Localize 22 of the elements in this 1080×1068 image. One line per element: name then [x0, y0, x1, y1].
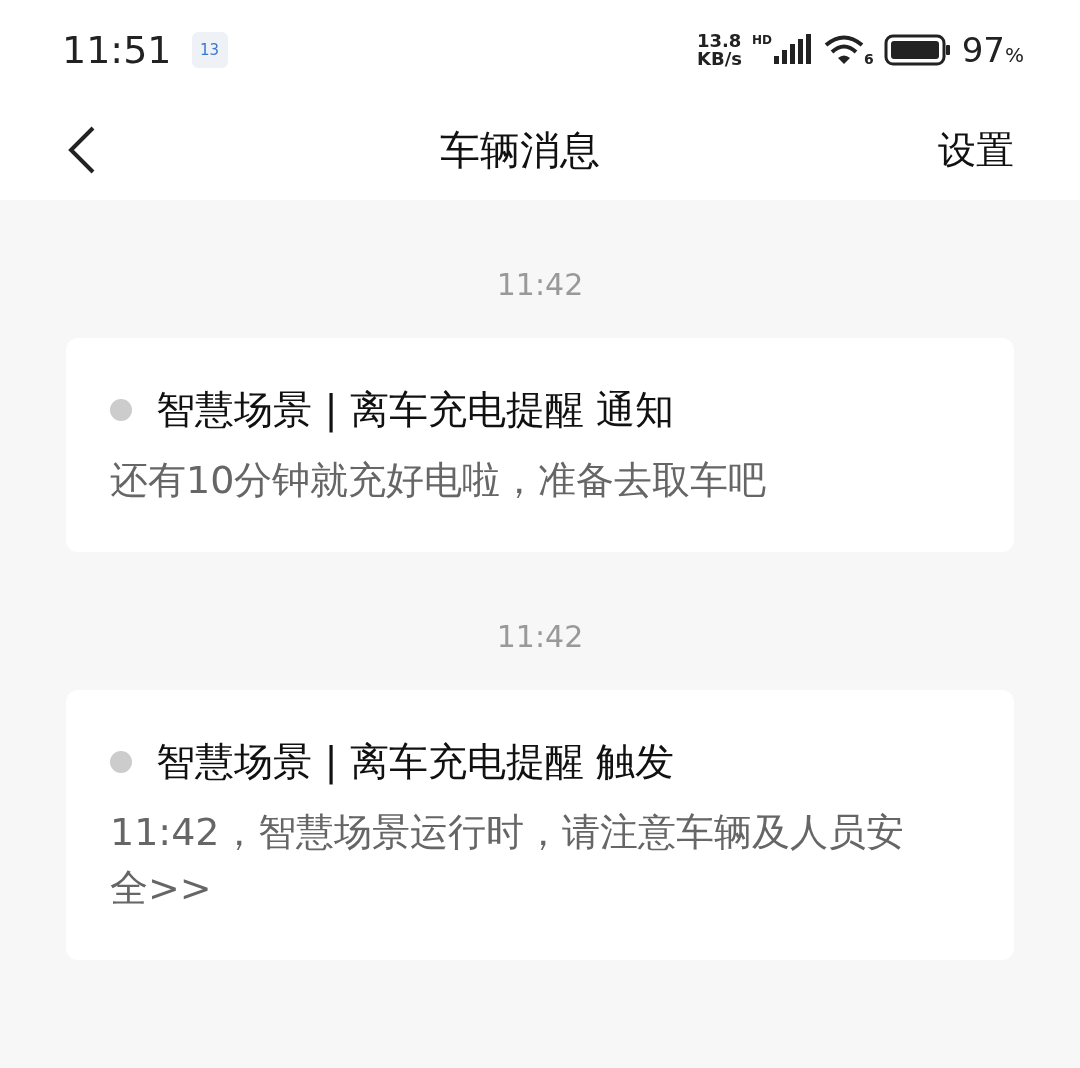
signal-icon	[773, 34, 814, 66]
message-body: 还有10分钟就充好电啦，准备去取车吧	[110, 457, 768, 504]
message-card[interactable]: 智慧场景 | 离车充电提醒 通知 还有10分钟就充好电啦，准备去取车吧	[66, 338, 1014, 552]
wifi-icon	[823, 34, 864, 66]
message-title: 智慧场景 | 离车充电提醒 通知	[156, 386, 675, 435]
message-title: 智慧场景 | 离车充电提醒 触发	[156, 738, 675, 787]
hd-label: HD	[751, 34, 772, 46]
message-body: 11:42，智慧场景运行时，请注意车辆及人员安全>>	[110, 809, 905, 912]
message-time: 11:42	[496, 270, 584, 300]
battery-percent: 97	[961, 28, 1005, 72]
status-time: 11:51	[62, 26, 172, 74]
page-title: 车辆消息	[440, 126, 600, 175]
network-speed: 13.8	[697, 32, 742, 50]
settings-link[interactable]: 设置	[938, 121, 1014, 179]
battery-icon	[883, 34, 952, 66]
back-icon	[66, 125, 96, 175]
message-time: 11:42	[496, 622, 584, 652]
wifi-label: 6	[863, 52, 874, 66]
calendar-icon: 13	[191, 32, 228, 68]
message-card[interactable]: 智慧场景 | 离车充电提醒 触发 11:42，智慧场景运行时，请注意车辆及人员安全>>	[66, 690, 1014, 960]
battery-percent-sign: %	[1005, 41, 1024, 69]
network-speed-unit: KB/s	[697, 50, 742, 68]
